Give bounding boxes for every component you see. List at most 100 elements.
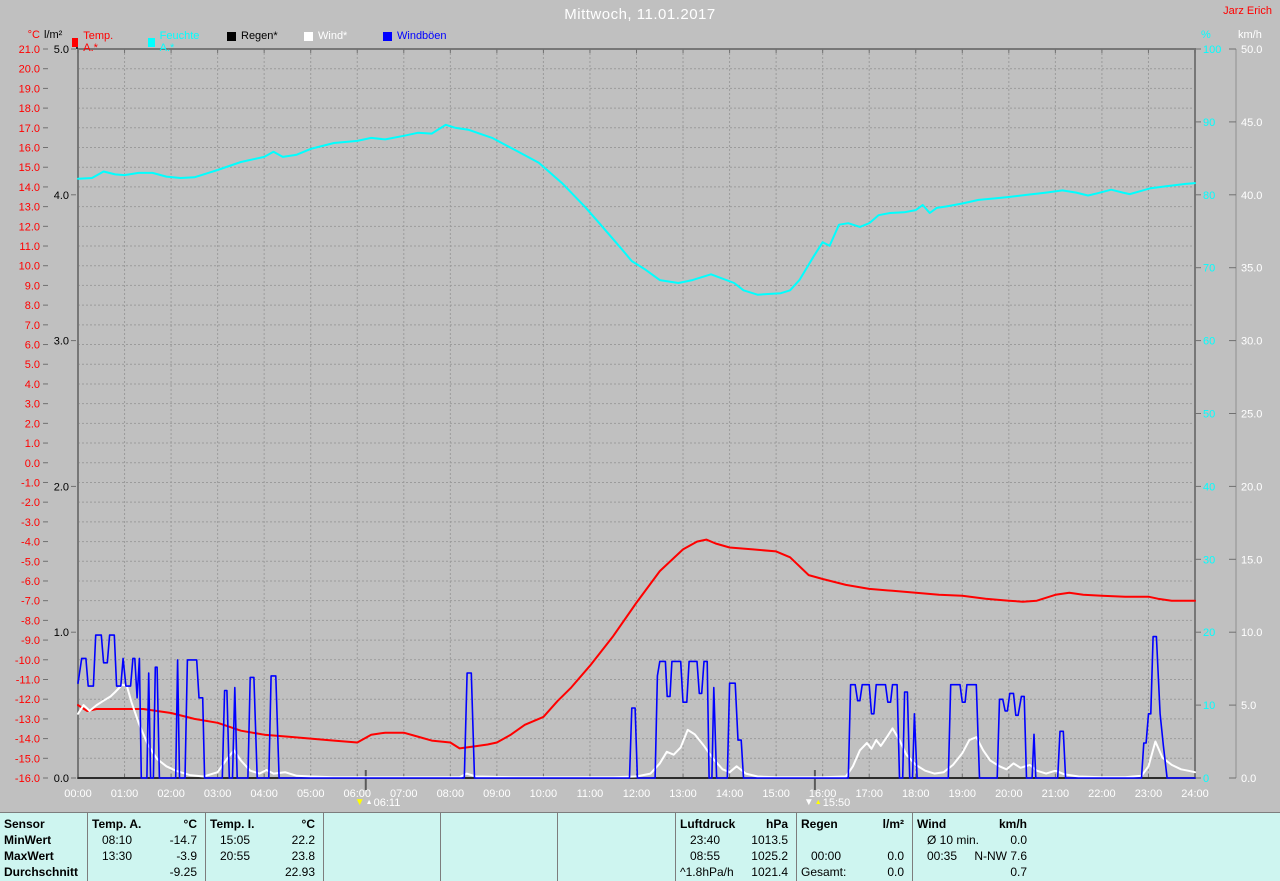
sun-arrow-icon: ▼ <box>803 797 814 808</box>
temp-tick-label: 8.0 <box>25 300 40 312</box>
max-time: 00:35 <box>927 849 958 863</box>
temp-tick-label: 3.0 <box>25 399 40 411</box>
temp-tick-label: 1.0 <box>25 438 40 450</box>
temp-tick-label: -13.0 <box>15 714 40 726</box>
temp-tick-label: 7.0 <box>25 320 40 332</box>
legend-item-feuchtea: Feuchte A.* <box>148 30 202 54</box>
time-tick-label: 09:00 <box>483 788 511 800</box>
sun-time-label: 06:11 <box>373 797 401 809</box>
temp-tick-label: 5.0 <box>25 359 40 371</box>
humidity-tick-label: 100 <box>1203 44 1221 56</box>
stats-cell-row: 23:40 1013.5 <box>676 832 796 848</box>
stats-column-tempa: Temp. A. °C 08:10 -14.7 13:30 -3.9 -9.25 <box>88 813 206 881</box>
temp-tick-label: 18.0 <box>19 103 40 115</box>
legend-swatch-icon <box>148 37 155 47</box>
humidity-tick-label: 40 <box>1203 481 1215 493</box>
stats-cell-row <box>558 848 675 864</box>
temp-tick-label: -11.0 <box>16 674 40 686</box>
sun-triangle-icon: ▲ <box>814 799 822 806</box>
windspeed-tick-label: 20.0 <box>1241 481 1262 493</box>
legend-label: Temp. A.* <box>83 30 114 54</box>
time-tick-label: 08:00 <box>437 788 465 800</box>
sensor-name: Luftdruck <box>680 817 736 831</box>
stats-row-label: Sensor <box>0 816 87 832</box>
humidity-tick-label: 10 <box>1203 700 1215 712</box>
time-tick-label: 18:00 <box>902 788 930 800</box>
time-tick-label: 04:00 <box>250 788 278 800</box>
sensor-unit: km/h <box>998 817 1027 831</box>
rain-tick-label: 5.0 <box>54 44 69 56</box>
stats-cell-row: Regen l/m² <box>797 816 912 832</box>
max-time <box>328 848 338 864</box>
humidity-tick-label: 0 <box>1203 773 1209 785</box>
stats-cell-row <box>797 832 912 848</box>
temp-tick-label: -3.0 <box>21 517 40 529</box>
avg-label: Gesamt: <box>801 865 847 879</box>
stats-cell-row: 00:00 0.0 <box>797 848 912 864</box>
stats-cell-row: 20:55 23.8 <box>206 848 323 864</box>
temp-tick-label: -1.0 <box>21 477 40 489</box>
temp-tick-label: -9.0 <box>21 635 40 647</box>
legend-label: Regen* <box>241 30 278 42</box>
stats-cell-row: 00:35 N-NW 7.6 <box>913 848 1035 864</box>
rain-tick-label: 3.0 <box>54 336 69 348</box>
page-title: Mittwoch, 11.01.2017 <box>564 6 716 23</box>
windspeed-tick-label: 0.0 <box>1241 773 1256 785</box>
time-tick-label: 00:00 <box>64 788 92 800</box>
windspeed-tick-label: 25.0 <box>1241 409 1262 421</box>
stats-empty-filler <box>1035 813 1280 881</box>
sunrise-marker: ▼ ▲ 06:11 <box>355 798 401 809</box>
stats-cell-row <box>324 864 440 880</box>
stats-cell-row: ^1.8hPa/h 1021.4 <box>676 864 796 880</box>
windspeed-tick-label: 5.0 <box>1241 700 1256 712</box>
temp-tick-label: 9.0 <box>25 280 40 292</box>
time-tick-label: 01:00 <box>111 788 139 800</box>
time-tick-label: 14:00 <box>716 788 744 800</box>
min-time: 23:40 <box>690 833 721 847</box>
stats-cell-row <box>441 832 557 848</box>
stats-column-regen: Regen l/m² 00:00 0.0 Gesamt: 0.0 <box>797 813 913 881</box>
temp-tick-label: -4.0 <box>21 537 40 549</box>
humidity-tick-label: 30 <box>1203 554 1215 566</box>
sensor-unit: °C <box>183 817 197 831</box>
stats-row-label-text: MinWert <box>4 833 52 847</box>
temp-tick-label: 11.0 <box>19 241 40 253</box>
stats-cell-row <box>441 816 557 832</box>
stats-column-empty <box>441 813 558 881</box>
temp-tick-label: 20.0 <box>19 64 40 76</box>
legend-item-tempa: Temp. A.* <box>72 30 116 54</box>
time-tick-label: 20:00 <box>995 788 1023 800</box>
stats-row-label: MinWert <box>0 832 87 848</box>
legend-swatch-icon <box>304 31 313 41</box>
time-tick-label: 03:00 <box>204 788 232 800</box>
max-time <box>562 848 572 864</box>
humidity-tick-label: 70 <box>1203 263 1215 275</box>
stats-column-wind: Wind km/h Ø 10 min. 0.0 00:35 N-NW 7.6 0.7 <box>913 813 1035 881</box>
temp-tick-label: 0.0 <box>25 458 40 470</box>
rain-axis-unit: l/m² <box>44 29 63 41</box>
stats-row-label-text: MaxWert <box>4 849 54 863</box>
daily-stats-table: Sensor MinWert MaxWert Durchschnitt Temp. A.… <box>0 812 1280 881</box>
stats-cell-row: 0.7 <box>913 864 1035 880</box>
time-tick-label: 23:00 <box>1135 788 1163 800</box>
sun-triangle-icon: ▲ <box>365 799 373 806</box>
windspeed-tick-label: 45.0 <box>1241 117 1262 129</box>
sensor-unit: l/m² <box>882 817 904 831</box>
temp-tick-label: 14.0 <box>19 182 40 194</box>
temp-tick-label: -5.0 <box>21 556 40 568</box>
humidity-tick-label: 20 <box>1203 627 1215 639</box>
stats-cell-row: 13:30 -3.9 <box>88 848 205 864</box>
stats-cell-row: Temp. A. °C <box>88 816 205 832</box>
temp-tick-label: -10.0 <box>15 655 40 667</box>
stats-cell-row <box>558 832 675 848</box>
sensor-name: Temp. I. <box>210 817 255 831</box>
stats-cell-row: 08:10 -14.7 <box>88 832 205 848</box>
temp-tick-label: -14.0 <box>15 734 40 746</box>
stats-row-label-text: Sensor <box>4 817 45 831</box>
max-value: 0.0 <box>887 849 904 863</box>
windspeed-tick-label: 40.0 <box>1241 190 1262 202</box>
temp-tick-label: -12.0 <box>15 694 40 706</box>
stats-cell-row: Ø 10 min. 0.0 <box>913 832 1035 848</box>
avg-label: ^1.8hPa/h <box>680 865 734 879</box>
windspeed-tick-label: 30.0 <box>1241 336 1262 348</box>
